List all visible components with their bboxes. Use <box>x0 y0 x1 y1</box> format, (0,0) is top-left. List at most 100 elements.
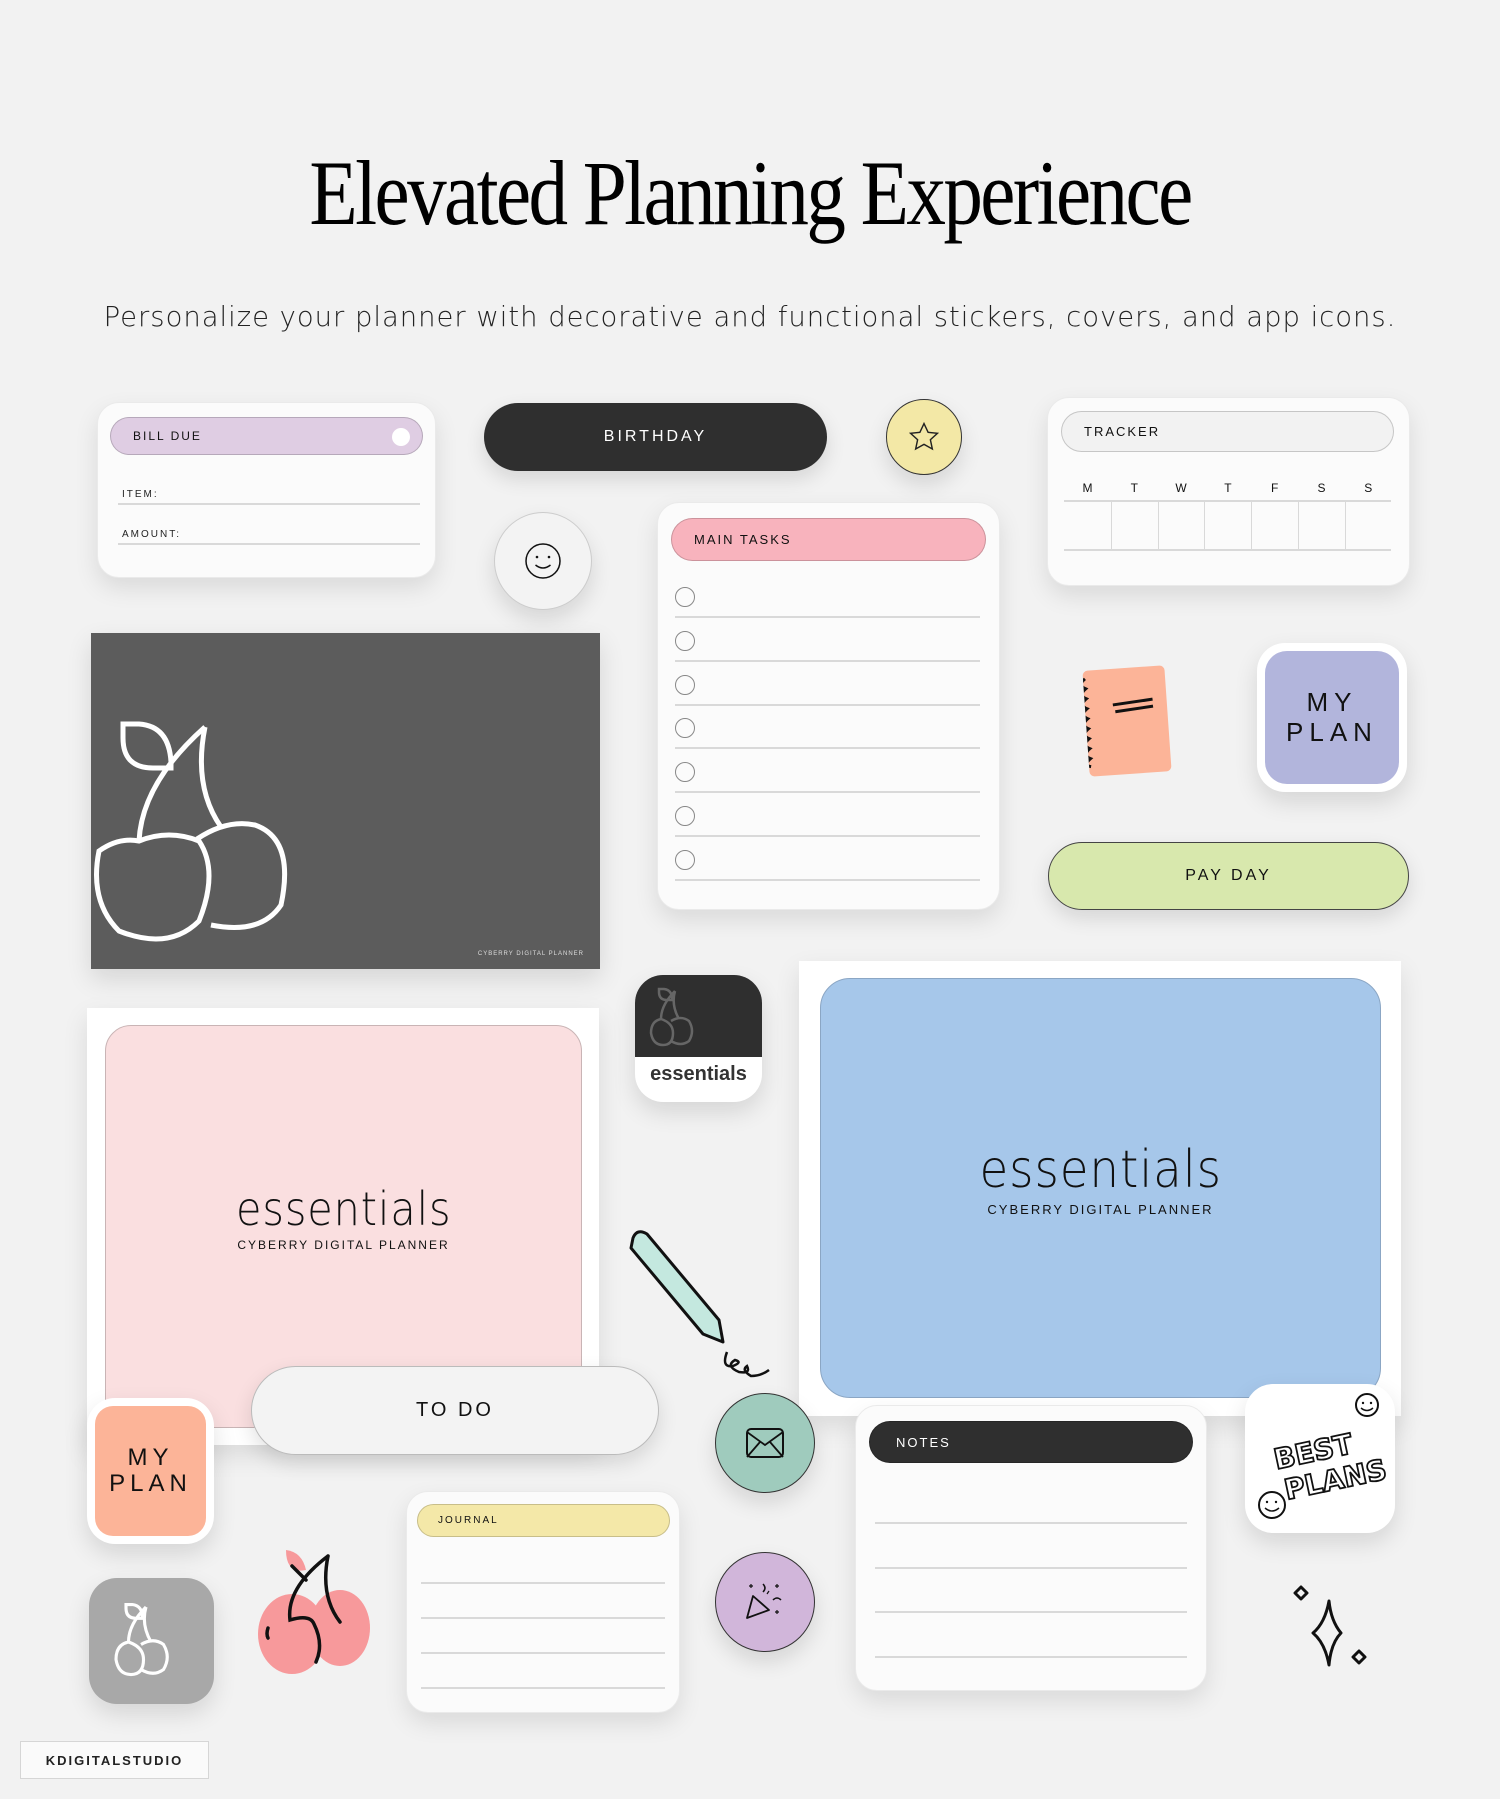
best-plans-icon: BEST PLANS <box>1258 1393 1390 1519</box>
to-do-label: TO DO <box>416 1399 494 1421</box>
journal-title: JOURNAL <box>438 1515 499 1526</box>
tracker-day-label: S <box>1317 481 1326 495</box>
to-do-sticker[interactable]: TO DO <box>251 1366 659 1455</box>
birthday-label: BIRTHDAY <box>603 428 708 445</box>
my-plan-app-icon-orange[interactable]: MY PLAN <box>87 1398 214 1544</box>
task-line[interactable] <box>675 659 980 662</box>
cherry-icon <box>258 1550 370 1674</box>
item-label: ITEM: <box>122 489 159 500</box>
my-plan-app-icon-purple[interactable]: MY PLAN <box>1257 643 1407 792</box>
blue-cover-title: essentials <box>979 1139 1222 1200</box>
smiley-sticker[interactable] <box>494 512 592 610</box>
mail-icon <box>746 1428 784 1458</box>
journal-widget[interactable]: JOURNAL <box>406 1491 680 1713</box>
amount-line <box>118 543 420 545</box>
party-popper-icon <box>746 1583 782 1619</box>
task-line[interactable] <box>675 791 980 794</box>
task-line[interactable] <box>675 703 980 706</box>
mail-sticker[interactable] <box>715 1393 815 1493</box>
pink-cover-title: essentials <box>235 1181 452 1236</box>
tracker-header: TRACKER <box>1061 411 1394 452</box>
smiley-icon <box>525 543 561 579</box>
party-sticker[interactable] <box>715 1552 815 1652</box>
main-tasks-header: MAIN TASKS <box>671 518 986 561</box>
bill-due-header: BILL DUE <box>110 417 423 455</box>
journal-line[interactable] <box>421 1652 665 1654</box>
pay-day-label: PAY DAY <box>1185 867 1272 884</box>
star-sticker[interactable] <box>886 399 962 475</box>
bill-due-title: BILL DUE <box>133 429 202 443</box>
tracker-cell-divider <box>1344 501 1346 550</box>
cherry-outline-icon <box>94 721 288 942</box>
tracker-day-label: W <box>1175 481 1187 495</box>
pen-sticker[interactable] <box>625 1226 775 1406</box>
tracker-cell-divider <box>1157 501 1159 550</box>
essentials-app-label: essentials <box>650 1063 747 1085</box>
tracker-title: TRACKER <box>1084 424 1161 439</box>
notes-header: NOTES <box>869 1421 1193 1463</box>
sparkles-icon <box>1293 1585 1367 1667</box>
task-checkbox[interactable] <box>675 674 695 695</box>
task-line[interactable] <box>675 835 980 837</box>
amount-label: AMOUNT: <box>122 529 181 540</box>
tracker-day-label: S <box>1364 481 1373 495</box>
notes-line[interactable] <box>875 1655 1187 1658</box>
pay-day-sticker[interactable]: PAY DAY <box>1048 842 1409 910</box>
notebook-icon <box>1082 677 1154 769</box>
notebook-sticker[interactable] <box>1082 665 1172 777</box>
task-line[interactable] <box>675 878 980 881</box>
notes-line[interactable] <box>875 1611 1187 1613</box>
cherry-icon <box>649 987 694 1047</box>
brand-badge: KDIGITALSTUDIO <box>20 1741 209 1779</box>
tracker-day-label: T <box>1224 481 1232 495</box>
task-checkbox[interactable] <box>675 762 695 783</box>
bill-due-widget[interactable]: BILL DUE ITEM: AMOUNT: <box>97 402 436 578</box>
sparkles-sticker[interactable] <box>1285 1585 1385 1675</box>
tracker-bottom-line <box>1064 549 1391 551</box>
best-plans-app-icon[interactable]: BEST PLANS <box>1245 1384 1395 1533</box>
task-checkbox[interactable] <box>675 587 695 607</box>
pink-cover-caption: CYBERRY DIGITAL PLANNER <box>237 1237 450 1252</box>
brand-name: KDIGITALSTUDIO <box>45 1752 184 1768</box>
main-tasks-title: MAIN TASKS <box>694 532 792 547</box>
task-line[interactable] <box>675 747 980 750</box>
my-plan-line1: MY <box>1306 686 1358 717</box>
journal-line[interactable] <box>421 1582 665 1584</box>
item-line <box>118 503 420 505</box>
page-title: Elevated Planning Experience <box>309 142 1193 244</box>
my-plan-line2: PLAN <box>1286 716 1378 747</box>
star-icon <box>908 421 940 451</box>
tracker-cell-divider <box>1251 501 1253 550</box>
notes-widget[interactable]: NOTES <box>855 1405 1207 1691</box>
toggle-dot <box>392 428 410 446</box>
tracker-top-line <box>1064 500 1391 502</box>
task-checkbox[interactable] <box>675 630 695 651</box>
cherry-sticker[interactable] <box>256 1548 376 1678</box>
tracker-cell-divider <box>1110 501 1112 550</box>
task-checkbox[interactable] <box>675 849 695 870</box>
tracker-day-label: M <box>1082 481 1093 495</box>
page-subtitle: Personalize your planner with decorative… <box>103 300 1397 333</box>
notes-line[interactable] <box>875 1566 1187 1569</box>
tracker-cell-divider <box>1298 501 1299 550</box>
birthday-sticker[interactable]: BIRTHDAY <box>484 403 827 471</box>
cherry-app-icon[interactable] <box>89 1578 214 1704</box>
dark-cover[interactable]: CYBERRY DIGITAL PLANNER <box>91 633 600 969</box>
cherry-icon <box>114 1602 169 1677</box>
tracker-day-label: T <box>1130 481 1138 495</box>
my-plan-line1: MY <box>127 1443 174 1471</box>
task-line[interactable] <box>675 616 980 618</box>
tracker-cell-divider <box>1204 501 1206 550</box>
journal-line[interactable] <box>421 1687 665 1689</box>
main-tasks-widget[interactable]: MAIN TASKS <box>657 502 1000 910</box>
essentials-app-icon[interactable]: essentials <box>635 975 762 1102</box>
journal-line[interactable] <box>421 1617 665 1619</box>
blue-cover[interactable]: essentials CYBERRY DIGITAL PLANNER <box>799 961 1401 1416</box>
blue-cover-caption: CYBERRY DIGITAL PLANNER <box>987 1201 1214 1217</box>
pen-icon <box>629 1230 770 1378</box>
notes-line[interactable] <box>875 1522 1187 1524</box>
task-checkbox[interactable] <box>675 718 695 739</box>
notes-title: NOTES <box>896 1434 951 1450</box>
my-plan-line2: PLAN <box>109 1470 192 1497</box>
task-checkbox[interactable] <box>675 806 695 826</box>
